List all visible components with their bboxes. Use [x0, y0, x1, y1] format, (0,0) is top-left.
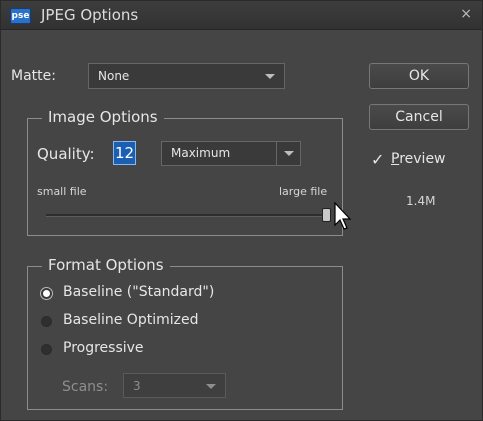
radio-baseline-optimized[interactable]	[41, 316, 52, 327]
matte-value: None	[98, 69, 130, 83]
option-label[interactable]: Baseline Optimized	[63, 312, 198, 328]
jpeg-options-dialog: pse JPEG Options × Matte: None OK Cancel…	[0, 0, 483, 421]
quality-preset-value: Maximum	[171, 146, 231, 160]
dialog-title: JPEG Options	[41, 6, 139, 24]
close-icon[interactable]: ×	[460, 6, 472, 22]
small-file-label: small file	[37, 185, 87, 198]
title-bar: pse JPEG Options ×	[1, 1, 482, 30]
quality-input[interactable]: 12	[113, 141, 136, 165]
quality-preset-select[interactable]: Maximum	[161, 141, 301, 166]
radio-progressive[interactable]	[41, 344, 52, 355]
chevron-down-icon	[284, 151, 294, 156]
chevron-down-icon	[265, 74, 275, 79]
scans-label: Scans:	[62, 379, 109, 395]
radio-baseline-standard[interactable]	[41, 288, 52, 299]
matte-select[interactable]: None	[88, 63, 285, 89]
chevron-down-icon	[206, 384, 216, 389]
option-label[interactable]: Baseline ("Standard")	[63, 284, 214, 300]
slider-track	[46, 214, 331, 217]
scans-value: 3	[133, 379, 141, 393]
format-options-legend: Format Options	[42, 256, 170, 274]
quality-slider[interactable]	[46, 206, 331, 226]
preview-checkbox[interactable]: ✓	[371, 150, 384, 169]
preview-label[interactable]: Preview	[391, 151, 446, 167]
quality-label: Quality:	[37, 145, 95, 163]
scans-select[interactable]: 3	[123, 373, 226, 398]
option-label[interactable]: Progressive	[63, 340, 144, 356]
image-options-legend: Image Options	[42, 108, 164, 126]
slider-thumb[interactable]	[322, 208, 331, 222]
select-divider	[276, 142, 277, 165]
large-file-label: large file	[279, 185, 328, 198]
ok-button[interactable]: OK	[369, 63, 469, 89]
cancel-button[interactable]: Cancel	[369, 104, 469, 130]
file-size-value: 1.4M	[406, 194, 436, 208]
app-icon: pse	[10, 8, 31, 24]
matte-label: Matte:	[11, 68, 56, 84]
mouse-cursor-icon	[334, 201, 352, 230]
